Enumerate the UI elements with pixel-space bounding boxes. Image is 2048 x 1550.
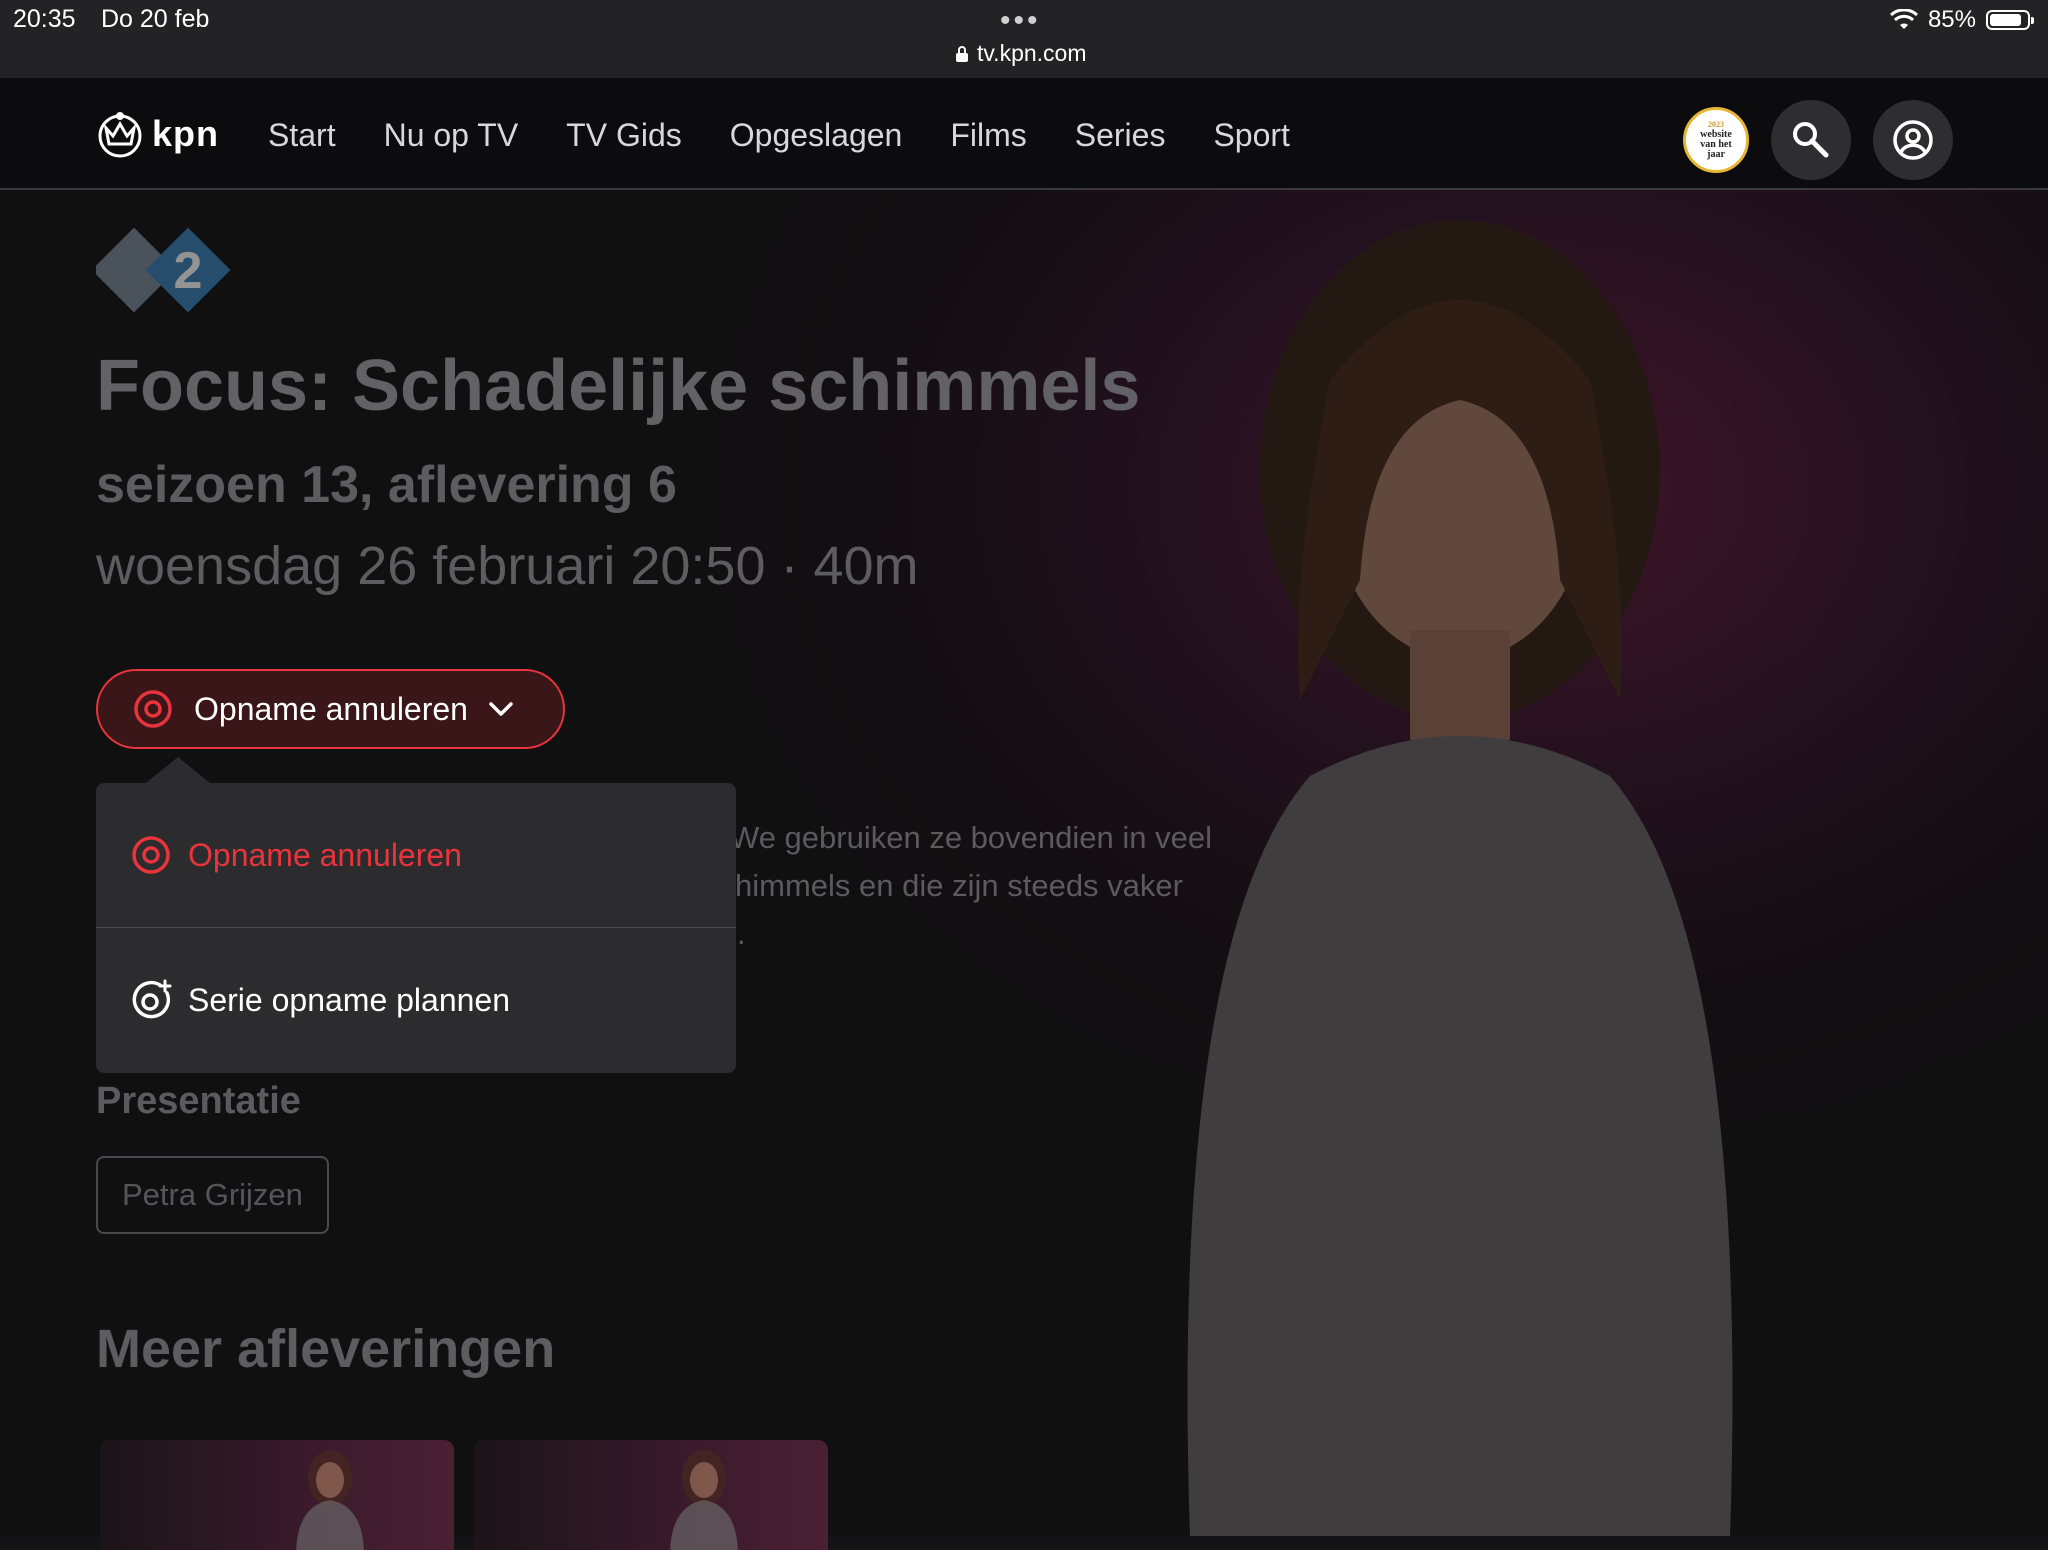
episode-thumbnail[interactable] <box>474 1440 828 1550</box>
broadcast-datetime: woensdag 26 februari 20:50 · 40m <box>96 536 919 596</box>
status-date: Do 20 feb <box>101 5 210 33</box>
status-bar: 20:35 Do 20 feb ••• tv.kpn.com 85% <box>0 0 2048 78</box>
search-icon <box>1793 122 1829 158</box>
description-line: himmels en die zijn steeds vaker <box>735 868 1183 903</box>
thumbnail-image <box>296 1450 364 1550</box>
cast-chip[interactable]: Petra Grijzen <box>96 1156 329 1234</box>
award-line-3: jaar <box>1707 149 1725 160</box>
nav-item-series[interactable]: Series <box>1075 117 1166 154</box>
record-options-menu: Opname annuleren Serie opname plannen <box>96 757 736 1073</box>
url-text: tv.kpn.com <box>977 40 1087 66</box>
status-time: 20:35 <box>13 5 76 33</box>
record-dropdown-button[interactable]: Opname annuleren <box>96 669 565 749</box>
status-right: 85% <box>1889 6 2034 34</box>
menu-caret <box>146 757 210 783</box>
more-episodes-heading: Meer afleveringen <box>96 1319 556 1379</box>
nav-item-tv-gids[interactable]: TV Gids <box>566 117 682 154</box>
cast-heading: Presentatie <box>96 1080 301 1122</box>
description-line: . <box>737 916 746 951</box>
top-navigation: kpn Start Nu op TV TV Gids Opgeslagen Fi… <box>0 78 2048 190</box>
episode-info: seizoen 13, aflevering 6 <box>96 456 677 514</box>
description-line: We gebruiken ze bovendien in veel <box>730 820 1212 855</box>
thumbnail-image <box>670 1450 738 1550</box>
menu-item-schedule-series[interactable]: Serie opname plannen <box>96 928 736 1072</box>
record-icon <box>134 690 172 728</box>
nav-item-sport[interactable]: Sport <box>1213 117 1289 154</box>
search-button[interactable] <box>1771 100 1851 180</box>
kpn-logo[interactable]: kpn <box>94 106 219 162</box>
nav-icons: 2023 website van het jaar <box>1683 100 1953 180</box>
record-button-label: Opname annuleren <box>194 690 468 727</box>
chevron-down-icon <box>489 702 513 716</box>
battery-percent: 85% <box>1927 6 1976 33</box>
record-plus-icon <box>132 979 172 1019</box>
program-title: Focus: Schadelijke schimmels <box>96 346 1141 426</box>
nav-menu: Start Nu op TV TV Gids Opgeslagen Films … <box>268 117 1290 154</box>
wifi-icon <box>1889 9 1918 29</box>
battery-icon <box>1986 10 2034 30</box>
record-icon <box>132 836 170 874</box>
website-award-badge[interactable]: 2023 website van het jaar <box>1683 107 1749 173</box>
account-button[interactable] <box>1873 100 1953 180</box>
address-bar[interactable]: tv.kpn.com <box>955 40 1087 67</box>
more-dots-icon[interactable]: ••• <box>1000 4 1041 38</box>
user-icon <box>1893 120 1933 160</box>
npo2-channel-logo: 2 <box>96 227 231 313</box>
nav-item-films[interactable]: Films <box>950 117 1026 154</box>
menu-item-label: Serie opname plannen <box>188 981 511 1018</box>
nav-item-opgeslagen[interactable]: Opgeslagen <box>730 117 903 154</box>
nav-item-start[interactable]: Start <box>268 117 336 154</box>
battery-fill <box>1990 14 2021 26</box>
menu-item-cancel-recording[interactable]: Opname annuleren <box>96 783 736 927</box>
lock-icon <box>956 45 968 62</box>
menu-item-label: Opname annuleren <box>188 836 462 873</box>
nav-item-nu-op-tv[interactable]: Nu op TV <box>384 117 519 154</box>
kpn-crown-icon <box>98 112 142 158</box>
cast-name: Petra Grijzen <box>122 1177 303 1212</box>
channel-number: 2 <box>174 242 203 300</box>
logo-text: kpn <box>152 113 220 154</box>
episode-thumbnail[interactable] <box>100 1440 454 1550</box>
